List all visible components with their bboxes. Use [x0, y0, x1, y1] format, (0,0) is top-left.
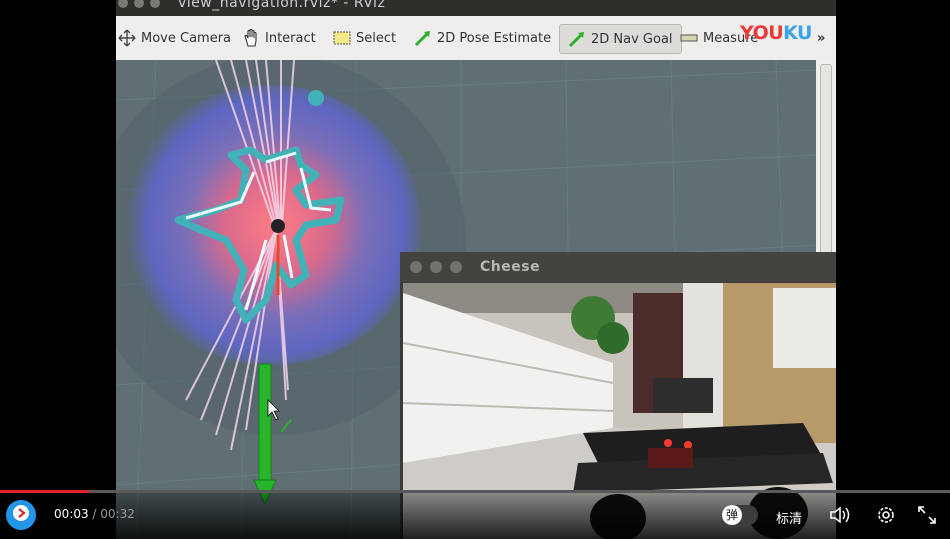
- ruler-icon: [680, 33, 698, 43]
- danmu-toggle[interactable]: 弹: [722, 505, 758, 525]
- current-time: 00:03: [54, 507, 89, 521]
- overflow-chevron-icon: »: [817, 30, 826, 46]
- watermark-text: KU: [783, 22, 812, 44]
- cheese-title-bar: Cheese: [400, 252, 836, 282]
- map-feature: [308, 90, 324, 106]
- time-separator: /: [88, 507, 101, 521]
- time-display: 00:03 / 00:32: [54, 507, 135, 521]
- cheese-maximize-button[interactable]: [450, 261, 462, 273]
- play-button[interactable]: [6, 500, 36, 530]
- tool-2d-pose-estimate[interactable]: 2D Pose Estimate: [414, 24, 551, 52]
- window-title: view_navigation.rviz* - RViz: [178, 0, 386, 11]
- player-controls: 00:03 / 00:32 弹 标清: [0, 490, 950, 539]
- cheese-close-button[interactable]: [410, 261, 422, 273]
- settings-icon[interactable]: [876, 505, 896, 529]
- right-letterbox: [836, 0, 950, 539]
- hand-icon: [242, 28, 260, 48]
- tool-label: Interact: [265, 30, 316, 46]
- danmu-label: 弹: [722, 505, 742, 525]
- watermark-text: YOU: [740, 22, 784, 44]
- play-icon: [13, 505, 29, 525]
- tool-label: 2D Pose Estimate: [437, 30, 552, 46]
- video-frame[interactable]: view_navigation.rviz* - RViz Move Camera…: [116, 0, 836, 539]
- youku-watermark: YOUKU: [740, 22, 812, 44]
- green-arrow-icon: [414, 29, 432, 47]
- tool-2d-nav-goal[interactable]: 2D Nav Goal: [559, 24, 682, 54]
- tool-interact[interactable]: Interact: [242, 24, 316, 52]
- quality-selector[interactable]: 标清: [776, 508, 802, 527]
- tool-label: 2D Nav Goal: [591, 31, 673, 47]
- select-icon: [333, 31, 351, 45]
- tool-move-camera[interactable]: Move Camera: [118, 24, 231, 52]
- move-camera-icon: [118, 29, 136, 47]
- fullscreen-icon[interactable]: [917, 505, 937, 529]
- rviz-side-scrollbar[interactable]: [816, 60, 836, 260]
- cheese-minimize-button[interactable]: [430, 261, 442, 273]
- window-minimize-button[interactable]: [134, 0, 144, 8]
- scroll-thumb[interactable]: [820, 64, 832, 254]
- tool-label: Move Camera: [141, 30, 232, 46]
- window-close-button[interactable]: [118, 0, 128, 8]
- window-maximize-button[interactable]: [150, 0, 160, 8]
- tool-label: Select: [356, 30, 397, 46]
- cheese-title: Cheese: [480, 259, 541, 275]
- tool-select[interactable]: Select: [333, 24, 396, 52]
- progress-bar[interactable]: [0, 490, 950, 493]
- rviz-title-bar: view_navigation.rviz* - RViz: [116, 0, 836, 16]
- green-arrow-icon: [568, 30, 586, 48]
- volume-icon[interactable]: [829, 505, 853, 529]
- progress-fill: [0, 490, 90, 493]
- rviz-toolbar: Move Camera Interact Select 2D Pose Esti…: [116, 16, 836, 61]
- duration: 00:32: [100, 507, 135, 521]
- toolbar-overflow-button[interactable]: »: [817, 24, 825, 52]
